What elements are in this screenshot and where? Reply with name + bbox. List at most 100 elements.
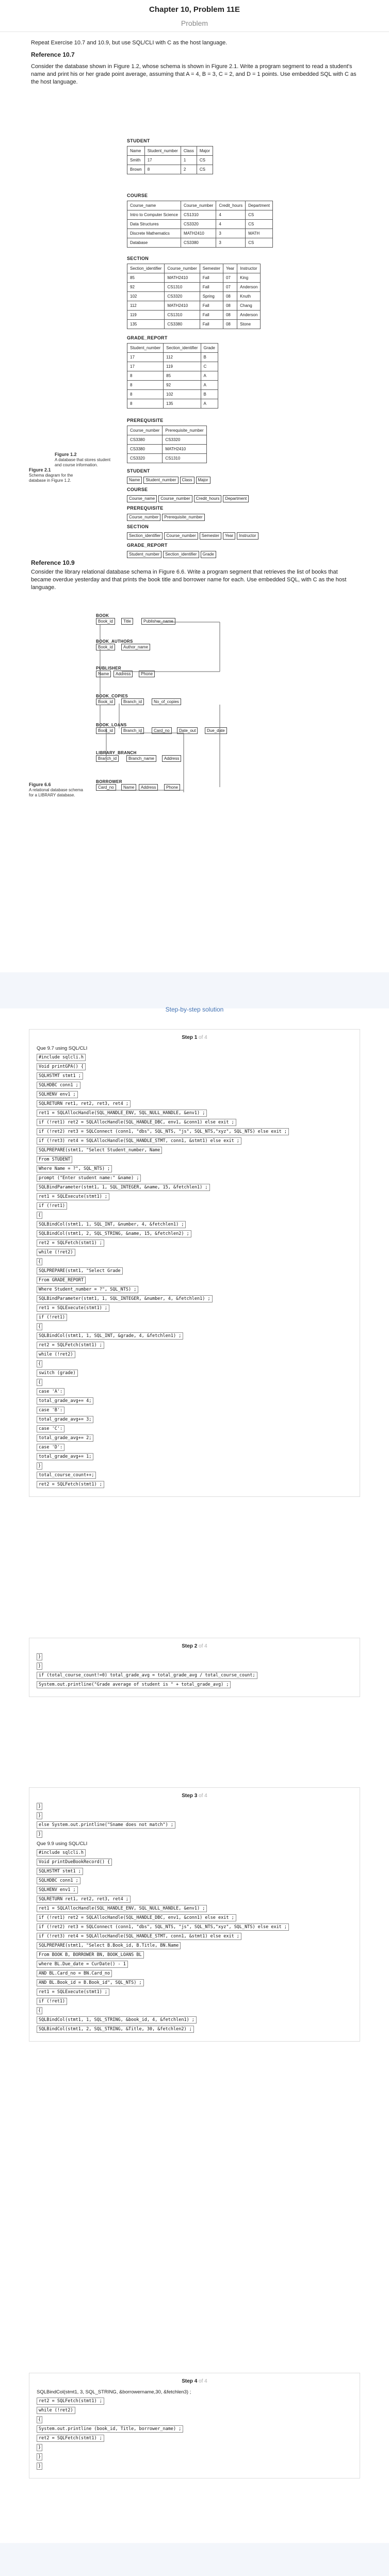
code-snippet: System.out.printline("Grade average of s… — [37, 1681, 231, 1688]
step-of: of 4 — [199, 1035, 207, 1040]
code-snippet: } — [37, 1812, 43, 1819]
code-snippet: SQLBindCol(stmt1, 2, SQL_STRING, &Title,… — [37, 2026, 194, 2033]
code-line: if (!ret2) ret3 = SQLConnect (conn1, "db… — [37, 1127, 352, 1136]
code-line: AND BL.Book_id = B.Book_id", SQL_NTS) ; — [37, 1978, 352, 1987]
step-body: SQLBindCol(stmt1, 3, SQL_STRING, &borrow… — [29, 2387, 360, 2478]
solution-band — [0, 972, 389, 1008]
code-line: case 'D': — [37, 1443, 352, 1452]
code-line: if (!ret1) — [37, 1997, 352, 2006]
code-snippet: } — [37, 1831, 43, 1838]
code-snippet: Void printDueBookRecord() { — [37, 1858, 112, 1866]
code-line: } — [37, 1802, 352, 1811]
step-number: Step 3 — [182, 1793, 199, 1799]
code-line: { — [37, 2006, 352, 2015]
code-line: SQLHSTMT stmt1 ; — [37, 1867, 352, 1876]
code-snippet: if (!ret2) ret3 = SQLConnect (conn1, "db… — [37, 1923, 289, 1931]
code-line: } — [37, 1661, 352, 1671]
code-line: Que 9.9 using SQL/CLI — [37, 1839, 352, 1848]
code-line: if (!ret3) ret4 = SQLAllocHandle(SQL_HAN… — [37, 1136, 352, 1146]
code-line: ret1 = SQLExecute(stmt1) ; — [37, 1987, 352, 1997]
code-snippet: SQLPREPARE(stmt1, "Select Grade — [37, 1267, 123, 1275]
code-line: case 'B': — [37, 1406, 352, 1415]
code-line: ret2 = SQLFetch(stmt1) ; — [37, 1480, 352, 1489]
code-snippet: total_grade_avg+= 1; — [37, 1453, 94, 1460]
step-heading: Step 1 of 4 — [29, 1030, 360, 1044]
code-line: SQLHENV env1 ; — [37, 1090, 352, 1099]
code-snippet: SQLHSTMT stmt1 ; — [37, 1072, 83, 1080]
code-line: } — [37, 1652, 352, 1661]
code-snippet: SQLPREPARE(stmt1, "Select B.Book_id, B.T… — [37, 1942, 181, 1949]
code-snippet: { — [37, 1360, 43, 1367]
code-snippet: SQLBindCol(stmt1, 1, SQL_STRING, &book_i… — [37, 2016, 197, 2024]
footer-band — [0, 2543, 389, 2576]
code-line: total_grade_avg+= 1; — [37, 1452, 352, 1461]
code-line: { — [37, 1257, 352, 1266]
code-snippet: total_grade_avg+= 2; — [37, 1434, 94, 1442]
code-line: switch (grade) — [37, 1368, 352, 1378]
code-line: { — [37, 2415, 352, 2424]
code-line: ret1 = SQLAllocHandle(SQL_HANDLE_ENV, SQ… — [37, 1904, 352, 1913]
code-line: ret1 = SQLAllocHandle(SQL_HANDLE_ENV, SQ… — [37, 1108, 352, 1118]
code-snippet: SQLBindParameter(stmt1, 1, SQL_INTEGER, … — [37, 1295, 213, 1302]
code-line: ret2 = SQLFetch(stmt1) ; — [37, 1341, 352, 1350]
step-card-2: Step 2 of 4}} if (total_course_count!=0) … — [29, 1638, 360, 1697]
code-line: SQLBindCol(stmt1, 1, SQL_INT, &number, 4… — [37, 1220, 352, 1229]
code-snippet: { — [37, 2007, 43, 2014]
code-snippet: SQLRETURN ret1, ret2, ret3, ret4 ; — [37, 1100, 131, 1107]
code-line: while (!ret2) — [37, 2406, 352, 2415]
code-snippet: SQLHSTMT stmt1 ; — [37, 1868, 83, 1875]
step-body: Que 9.7 using SQL/CLI #include sqlcli.h Vo… — [29, 1044, 360, 1496]
code-snippet: From GRADE_REPORT — [37, 1277, 86, 1284]
code-snippet: ret1 = SQLAllocHandle(SQL_HANDLE_ENV, SQ… — [37, 1110, 207, 1117]
code-snippet: } — [37, 1662, 43, 1670]
code-line: } — [37, 2443, 352, 2452]
code-line: if (!ret1) — [37, 1201, 352, 1211]
code-line: case 'C': — [37, 1424, 352, 1433]
code-snippet: case 'A': — [37, 1388, 65, 1395]
code-line: SQLBindParameter(stmt1, 1, SQL_INTEGER, … — [37, 1294, 352, 1303]
code-line: From BOOK B, BORROWER BN, BOOK_LOANS BL — [37, 1950, 352, 1960]
code-snippet: SQLPREPARE(stmt1, "Select Student_number… — [37, 1147, 163, 1154]
code-line: AND BL.Card_no = BN.Card_no — [37, 1969, 352, 1978]
code-snippet: ret1 = SQLExecute(stmt1) ; — [37, 1988, 110, 1996]
code-line: SQLHDBC conn1 ; — [37, 1081, 352, 1090]
code-snippet: while (!ret2) — [37, 1249, 75, 1256]
code-line: SQLPREPARE(stmt1, "Select Student_number… — [37, 1146, 352, 1155]
code-line: { — [37, 1322, 352, 1331]
code-snippet: } — [37, 2444, 43, 2451]
code-line: SQLBindCol(stmt1, 2, SQL_STRING, &Title,… — [37, 2025, 352, 2034]
code-snippet: Void printGPA() { — [37, 1063, 86, 1070]
code-line: System.out.printline (book_id, Title, bo… — [37, 2424, 352, 2434]
code-snippet: ret2 = SQLFetch(stmt1) ; — [37, 2435, 104, 2442]
page-title: Chapter 10, Problem 11E — [149, 5, 240, 14]
code-line: } — [37, 2452, 352, 2461]
code-snippet: SQLHDBC conn1 ; — [37, 1082, 80, 1089]
code-line: while (!ret2) — [37, 1350, 352, 1359]
code-line: SQLHDBC conn1 ; — [37, 1876, 352, 1885]
code-line: SQLRETURN ret1, ret2, ret3, ret4 ; — [37, 1099, 352, 1108]
code-line: { — [37, 1378, 352, 1387]
solution-heading: Step-by-step solution — [165, 1006, 224, 1013]
code-line: else System.out.printline("Sname does no… — [37, 1820, 352, 1830]
code-line: case 'A': — [37, 1387, 352, 1396]
code-snippet: SQLHENV env1 ; — [37, 1886, 78, 1894]
fig66-caption: Figure 6.6 A relational database schema f… — [29, 782, 86, 798]
step-heading: Step 4 of 4 — [29, 2373, 360, 2387]
code-line: if (!ret1) ret2 = SQLAllocHandle(SQL_HAN… — [37, 1913, 352, 1922]
code-snippet: AND BL.Book_id = B.Book_id", SQL_NTS) ; — [37, 1979, 144, 1986]
code-snippet: { — [37, 1212, 43, 1219]
code-line: while (!ret2) — [37, 1248, 352, 1257]
step-text: SQLBindCol(stmt1, 3, SQL_STRING, &borrow… — [37, 2389, 191, 2395]
code-snippet: if (!ret1) — [37, 1314, 68, 1321]
code-line: #include sqlcli.h — [37, 1848, 352, 1857]
code-line: System.out.printline("Grade average of s… — [37, 1680, 352, 1689]
code-snippet: AND BL.Card_no = BN.Card_no — [37, 1970, 112, 1977]
code-snippet: ret1 = SQLExecute(stmt1) ; — [37, 1305, 110, 1312]
step-card-3: Step 3 of 4}} else System.out.printline("… — [29, 1787, 360, 2042]
code-line: SQLBindCol(stmt1, 1, SQL_INT, &grade, 4,… — [37, 1331, 352, 1341]
code-line: ret2 = SQLFetch(stmt1) ; — [37, 2396, 352, 2406]
code-line: if (!ret2) ret3 = SQLConnect (conn1, "db… — [37, 1922, 352, 1932]
code-snippet: SQLBindCol(stmt1, 1, SQL_INT, &number, 4… — [37, 1221, 186, 1228]
code-line: Void printDueBookRecord() { — [37, 1857, 352, 1867]
tab-problem[interactable]: Problem — [0, 17, 389, 32]
